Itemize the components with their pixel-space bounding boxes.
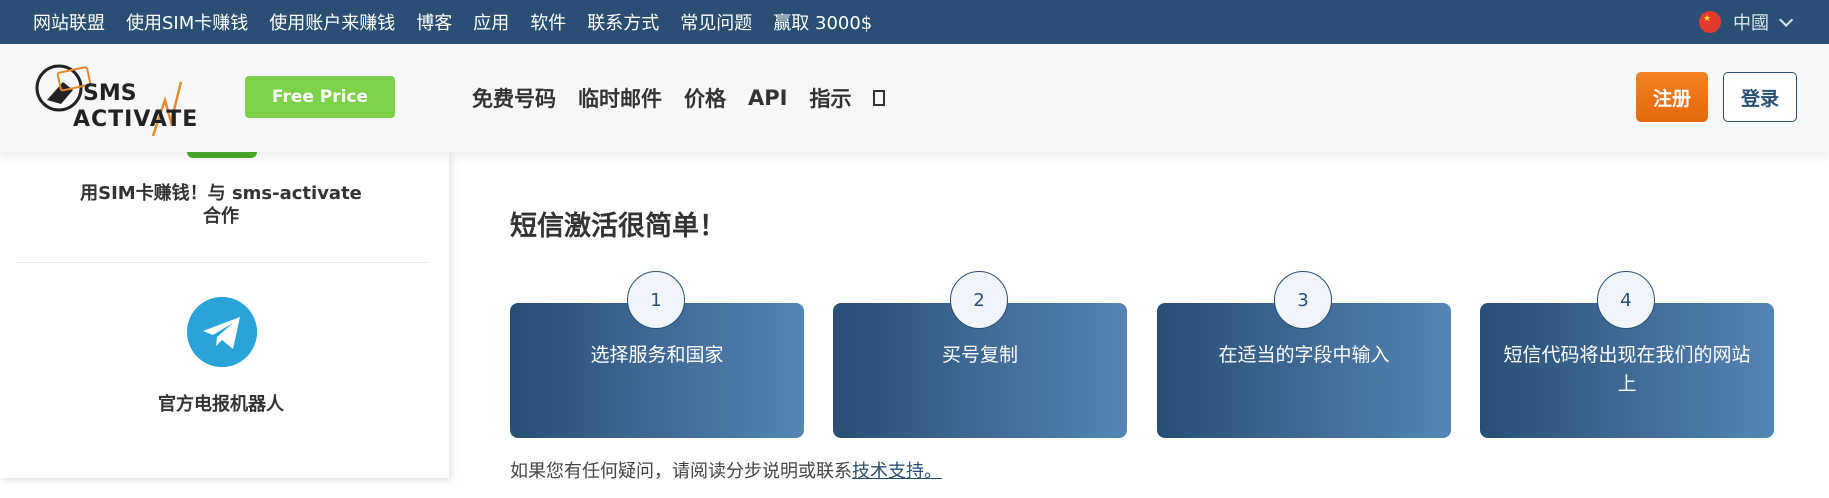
step-text-3: 在适当的字段中输入 [1218,344,1390,366]
nav-temp-mail[interactable]: 临时邮件 [578,83,662,113]
step-card-3: 3 在适当的字段中输入 [1157,271,1451,438]
sim-earn-promo[interactable]: 用SIM卡赚钱！与 sms-activate 合作 [60,182,382,228]
top-bar: 网站联盟 使用SIM卡赚钱 使用账户来赚钱 博客 应用 软件 联系方式 常见问题… [0,0,1829,44]
svg-text:ACTIVATE: ACTIVATE [73,107,198,132]
login-button[interactable]: 登录 [1723,72,1797,122]
nav-free-numbers[interactable]: 免费号码 [472,83,556,113]
china-flag-icon [1699,11,1721,33]
step-card-2: 2 买号复制 [833,271,1127,438]
topnav-link-faq[interactable]: 常见问题 [680,9,752,35]
step-number-1: 1 [627,271,685,329]
sim-earn-promo-line1: 用SIM卡赚钱！与 sms-activate [80,183,362,204]
sim-earn-promo-line2: 合作 [203,206,239,227]
topnav-link-blog[interactable]: 博客 [416,9,452,35]
help-text: 如果您有任何疑问，请阅读分步说明或联系技术支持。 [510,457,942,483]
sidebar: 用SIM卡赚钱！与 sms-activate 合作 官方电报机器人 [0,152,449,478]
svg-text:SMS: SMS [83,81,137,106]
topnav-link-software[interactable]: 软件 [530,9,566,35]
topnav-link-affiliate[interactable]: 网站联盟 [33,9,105,35]
nav-instructions[interactable]: 指示 [809,83,851,113]
telegram-bot-label[interactable]: 官方电报机器人 [60,390,382,416]
top-nav: 网站联盟 使用SIM卡赚钱 使用账户来赚钱 博客 应用 软件 联系方式 常见问题… [33,0,893,44]
logo[interactable]: SMS ACTIVATE [33,60,213,140]
sidebar-divider [17,262,427,263]
topnav-link-account-earn[interactable]: 使用账户来赚钱 [269,9,395,35]
page-title: 短信激活很简单！ [510,211,726,242]
main-header: SMS ACTIVATE Free Price 免费号码 临时邮件 价格 API… [0,44,1829,152]
step-number-2: 2 [950,271,1008,329]
sim-promo-icon [187,152,257,158]
step-text-4: 短信代码将出现在我们的网站上 [1503,344,1751,395]
language-selector[interactable]: 中國 [1699,0,1794,44]
nav-prices[interactable]: 价格 [684,83,726,113]
chevron-down-icon [1779,12,1794,27]
free-price-button[interactable]: Free Price [245,76,395,118]
topnav-link-apps[interactable]: 应用 [473,9,509,35]
step-text-2: 买号复制 [941,344,1018,366]
nav-api[interactable]: API [748,86,787,110]
help-text-body: 如果您有任何疑问，请阅读分步说明或联系 [510,461,852,482]
step-card-1: 1 选择服务和国家 [510,271,804,438]
topnav-link-win[interactable]: 赢取 3000$ [773,9,872,35]
telegram-icon[interactable] [187,297,257,367]
step-text-1: 选择服务和国家 [590,344,724,366]
step-card-4: 4 短信代码将出现在我们的网站上 [1480,271,1774,438]
topnav-link-contacts[interactable]: 联系方式 [587,9,659,35]
register-button[interactable]: 注册 [1636,72,1708,122]
tech-support-link[interactable]: 技术支持。 [852,461,942,482]
topnav-link-sim-earn[interactable]: 使用SIM卡赚钱 [126,9,248,35]
language-label: 中國 [1733,13,1769,34]
step-number-3: 3 [1274,271,1332,329]
main-nav: 免费号码 临时邮件 价格 API 指示 [472,44,886,152]
step-number-4: 4 [1597,271,1655,329]
external-box-icon[interactable] [873,90,886,106]
